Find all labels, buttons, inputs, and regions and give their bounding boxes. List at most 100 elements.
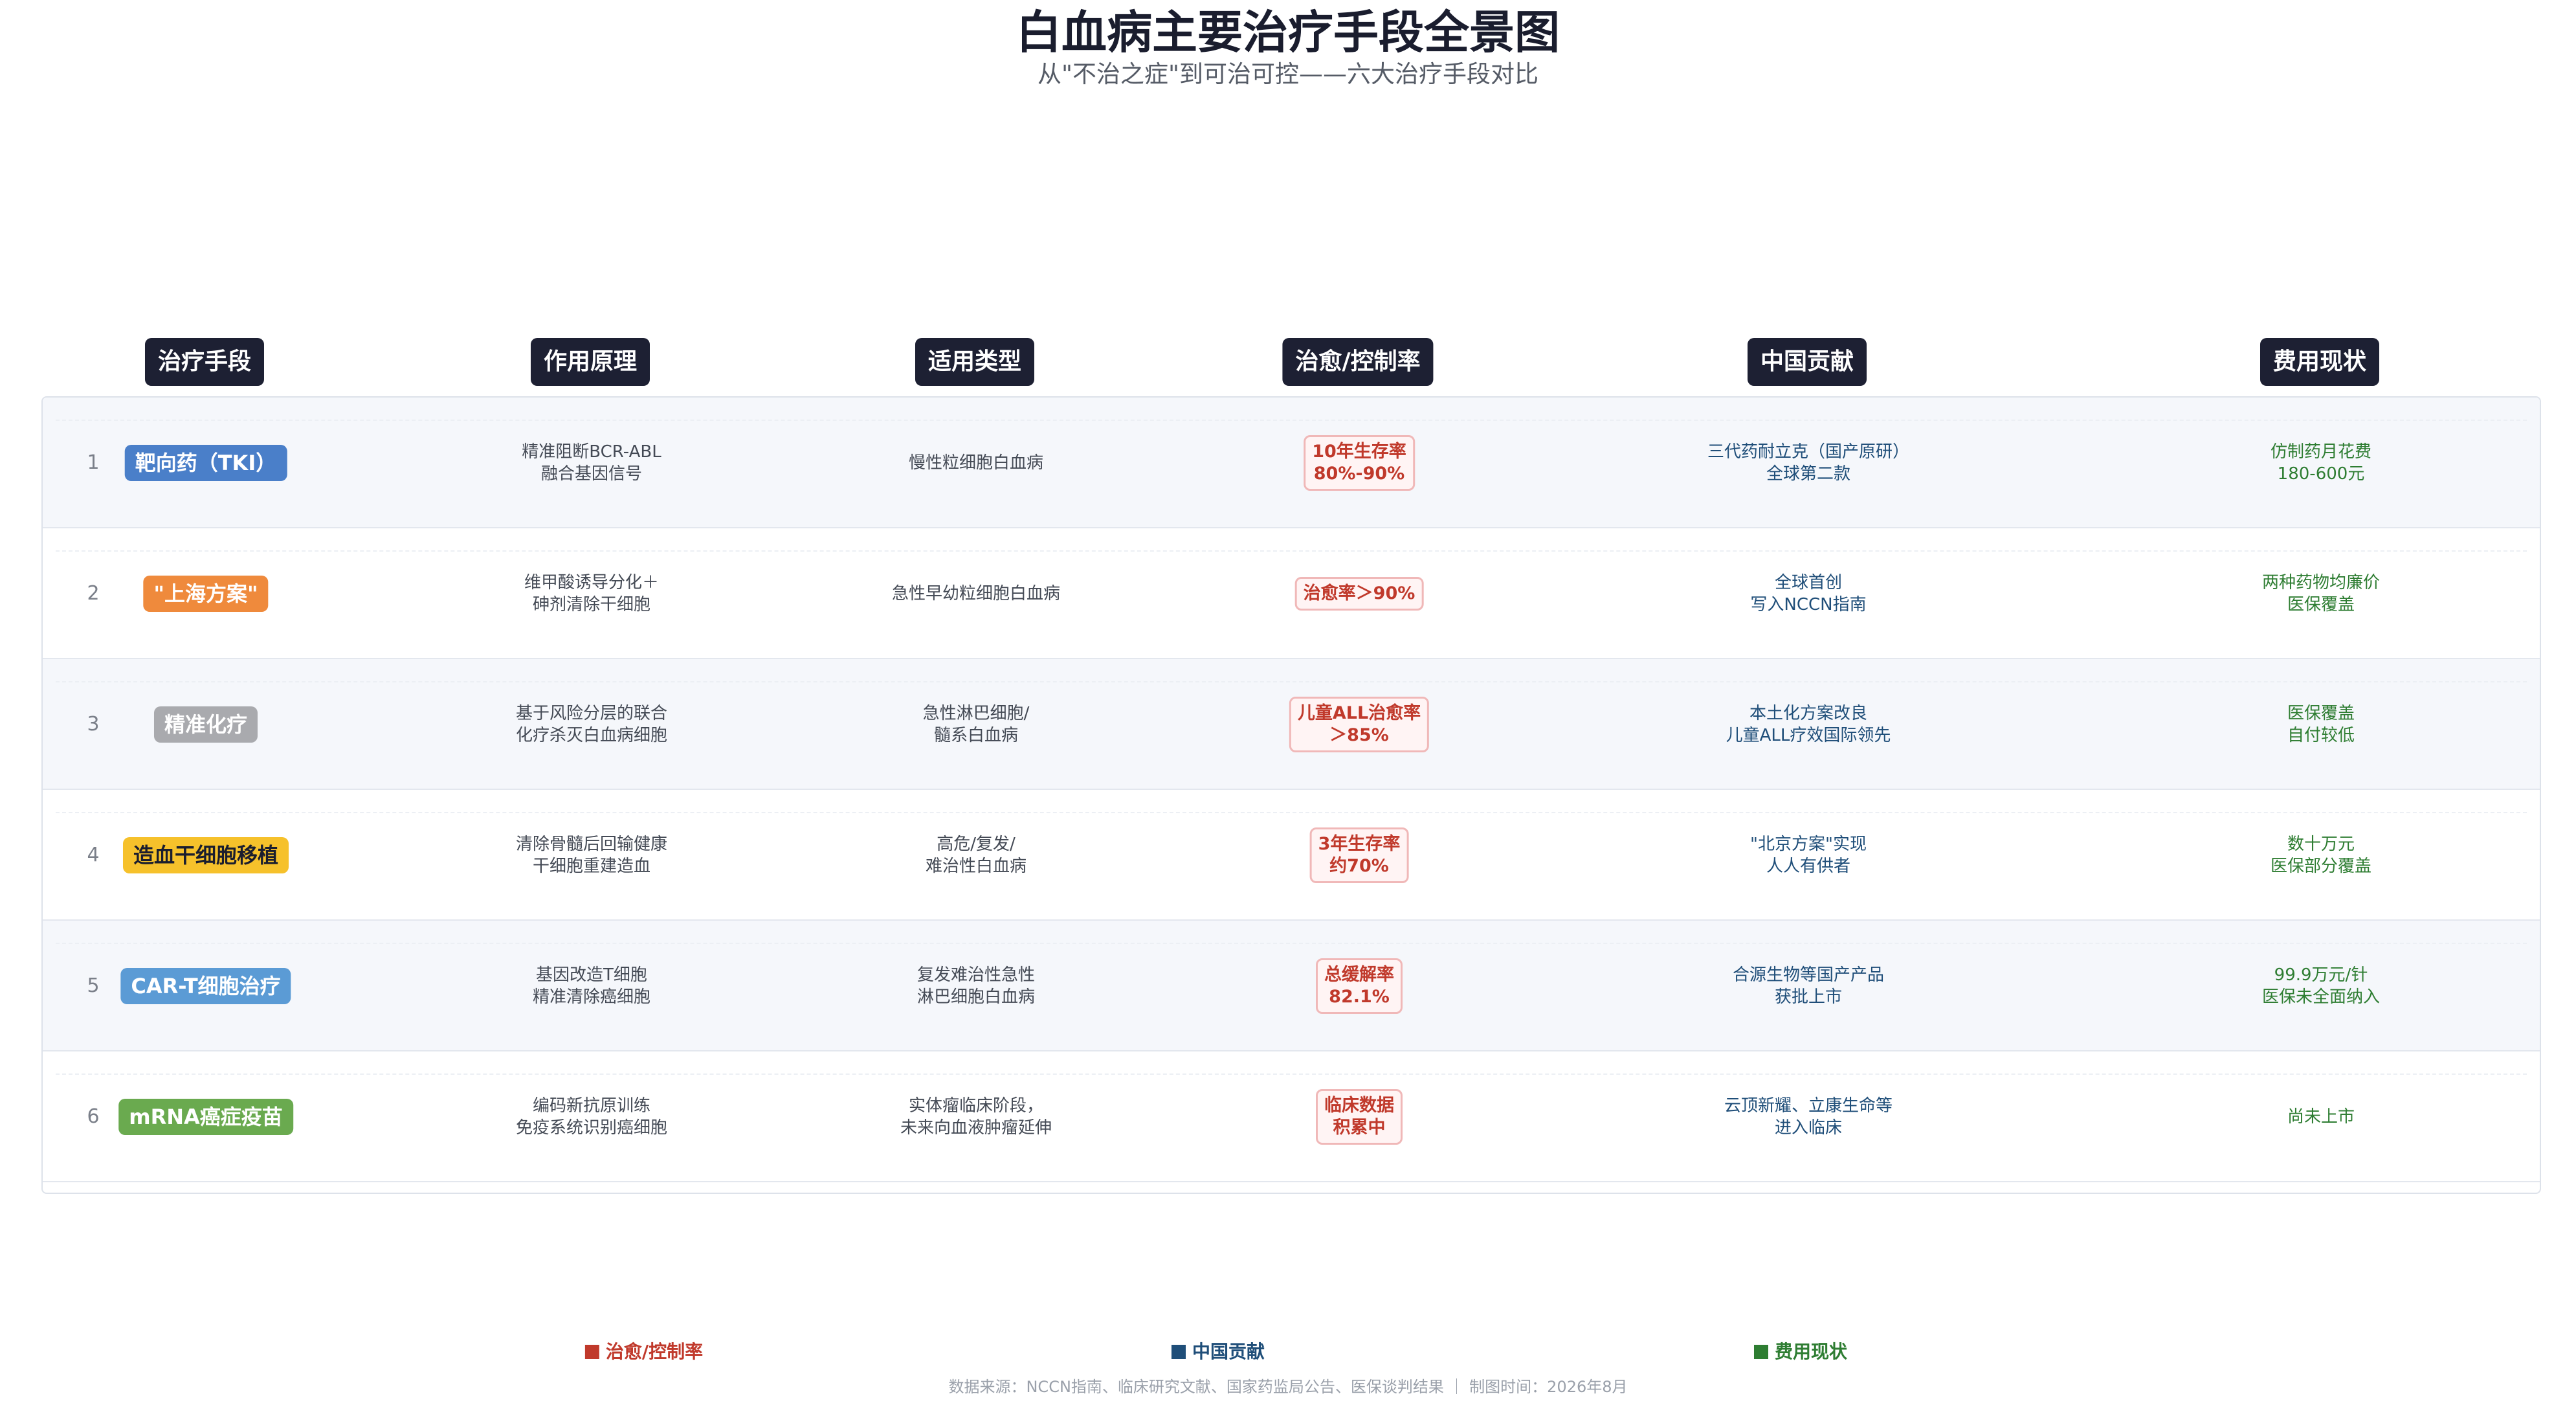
applicable-type-cell: 高危/复发/难治性白血病: [926, 790, 1027, 921]
legend-swatch-icon: [1171, 1345, 1186, 1359]
page-title: 白血病主要治疗手段全景图: [1016, 6, 1560, 59]
treatment-cell: CAR-T细胞治疗: [120, 921, 291, 1051]
cure-rate-badge: 儿童ALL治愈率 ＞85%: [1289, 697, 1430, 752]
mechanism-line: 精准清除癌细胞: [532, 987, 651, 1007]
cure-rate-cell: 儿童ALL治愈率 ＞85%: [1289, 659, 1430, 790]
cure-rate-line: 82.1%: [1329, 987, 1390, 1007]
china-contribution-text: 合源生物等国产产品 获批上市: [1733, 964, 1884, 1008]
china-contribution-line: 人人有供者: [1766, 857, 1851, 876]
china-contribution-line: 本土化方案改良: [1749, 704, 1868, 723]
applicable-type-cell: 急性早幼粒细胞白血病: [892, 528, 1060, 659]
row-number: 5: [87, 974, 100, 997]
mechanism-cell: 基因改造T细胞 精准清除癌细胞: [533, 921, 650, 1051]
row-divider: [56, 812, 2527, 813]
applicable-type-line: 急性早幼粒细胞白血病: [891, 584, 1061, 603]
cost-status-line: 仿制药月花费: [2270, 442, 2372, 462]
treatment-name-badge: 精准化疗: [153, 706, 258, 743]
cost-status-cell: 仿制药月花费 180-600元: [2271, 398, 2371, 528]
treatment-name-badge: "上海方案": [143, 576, 269, 612]
applicable-type-text: 急性淋巴细胞/髓系白血病: [923, 702, 1030, 747]
table-row: 2 "上海方案" 维甲酸诱导分化＋ 砷剂清除干细胞 急性早幼粒细胞白血病 治愈率＞90% 全…: [43, 528, 2540, 659]
china-contribution-cell: 本土化方案改良儿童ALL疗效国际领先: [1726, 659, 1891, 790]
cost-status-line: 99.9万元/针: [2274, 965, 2368, 985]
row-number: 1: [87, 451, 100, 474]
applicable-type-cell: 复发难治性急性 淋巴细胞白血病: [917, 921, 1035, 1051]
legend: 治愈/控制率 中国贡献 费用现状: [0, 1338, 2576, 1366]
cure-rate-cell: 临床数据 积累中: [1316, 1051, 1403, 1182]
cost-status-text: 医保覆盖 自付较低: [2287, 702, 2355, 747]
china-contribution-line: 合源生物等国产产品: [1732, 965, 1885, 985]
mechanism-cell: 维甲酸诱导分化＋ 砷剂清除干细胞: [524, 528, 659, 659]
cost-status-line: 180-600元: [2277, 464, 2365, 484]
header-mechanism: 作用原理: [530, 338, 650, 386]
row-number: 2: [87, 582, 100, 605]
mechanism-line: 砷剂清除干细胞: [532, 595, 651, 614]
applicable-type-text: 复发难治性急性 淋巴细胞白血病: [917, 964, 1035, 1008]
applicable-type-line: 难治性白血病: [925, 857, 1027, 876]
applicable-type-line: 急性淋巴细胞/: [922, 704, 1030, 723]
china-contribution-cell: 云顶新耀、立康生命等 进入临床: [1724, 1051, 1893, 1182]
applicable-type-cell: 实体瘤临床阶段， 未来向血液肿瘤延伸: [900, 1051, 1052, 1182]
treatment-name-badge: 靶向药（TKI）: [124, 445, 287, 481]
cost-status-text: 尚未上市: [2287, 1106, 2355, 1128]
cost-status-cell: 尚未上市: [2287, 1051, 2355, 1182]
row-divider: [56, 420, 2527, 421]
mechanism-line: 编码新抗原训练: [532, 1096, 651, 1116]
mechanism-text: 编码新抗原训练 免疫系统识别癌细胞: [516, 1095, 667, 1139]
treatment-name-badge: 造血干细胞移植: [122, 837, 289, 873]
table-row: 6 mRNA癌症疫苗 编码新抗原训练 免疫系统识别癌细胞 实体瘤临床阶段， 未来向血液肿瘤…: [43, 1051, 2540, 1182]
cure-rate-cell: 总缓解率 82.1%: [1316, 921, 1403, 1051]
header-china: 中国贡献: [1747, 338, 1867, 386]
table-row: 4 造血干细胞移植 清除骨髓后回输健康 干细胞重建造血 高危/复发/难治性白血病 3年生存…: [43, 790, 2540, 921]
applicable-type-text: 高危/复发/难治性白血病: [926, 833, 1027, 877]
applicable-type-line: 淋巴细胞白血病: [916, 987, 1036, 1007]
mechanism-line: 精准阻断BCR-ABL: [522, 442, 661, 462]
cure-rate-line: 约70%: [1329, 856, 1389, 876]
applicable-type-line: 未来向血液肿瘤延伸: [900, 1118, 1052, 1138]
mechanism-line: 免疫系统识别癌细胞: [515, 1118, 668, 1138]
cure-rate-cell: 治愈率＞90%: [1294, 528, 1424, 659]
legend-swatch-icon: [584, 1345, 599, 1359]
cure-rate-badge: 10年生存率 80%-90%: [1304, 435, 1415, 491]
cost-status-line: 两种药物均廉价: [2261, 573, 2381, 592]
cost-status-line: 医保未全面纳入: [2261, 987, 2381, 1007]
row-divider: [56, 1073, 2527, 1075]
china-contribution-line: 全球首创: [1774, 573, 1842, 592]
page-subtitle: 从"不治之症"到可治可控——六大治疗手段对比: [1037, 60, 1539, 88]
mechanism-line: 维甲酸诱导分化＋: [524, 573, 660, 592]
china-contribution-line: "北京方案"实现: [1750, 835, 1867, 854]
mechanism-line: 干细胞重建造血: [532, 857, 651, 876]
cure-rate-line: 10年生存率: [1312, 442, 1406, 462]
applicable-type-cell: 急性淋巴细胞/髓系白血病: [923, 659, 1030, 790]
cost-status-cell: 两种药物均廉价 医保覆盖: [2262, 528, 2380, 659]
treatment-name-badge: mRNA癌症疫苗: [118, 1099, 293, 1135]
mechanism-cell: 清除骨髓后回输健康 干细胞重建造血: [516, 790, 667, 921]
cure-rate-cell: 10年生存率 80%-90%: [1304, 398, 1415, 528]
cure-rate-line: 临床数据: [1324, 1096, 1394, 1116]
china-contribution-cell: 三代药耐立克（国产原研） 全球第二款: [1707, 398, 1909, 528]
china-contribution-line: 儿童ALL疗效国际领先: [1726, 726, 1891, 745]
cost-status-cell: 99.9万元/针 医保未全面纳入: [2262, 921, 2380, 1051]
applicable-type-text: 实体瘤临床阶段， 未来向血液肿瘤延伸: [900, 1095, 1052, 1139]
mechanism-text: 基于风险分层的联合 化疗杀灭白血病细胞: [516, 702, 667, 747]
china-contribution-text: 三代药耐立克（国产原研） 全球第二款: [1707, 441, 1909, 485]
applicable-type-cell: 慢性粒细胞白血病: [909, 398, 1043, 528]
cure-rate-line: 3年生存率: [1318, 834, 1401, 854]
treatment-cell: 造血干细胞移植: [122, 790, 289, 921]
cure-rate-line: 儿童ALL治愈率: [1297, 703, 1421, 723]
row-number: 4: [87, 844, 100, 866]
cure-rate-line: 治愈率＞90%: [1303, 583, 1416, 603]
china-contribution-line: 云顶新耀、立康生命等: [1724, 1096, 1893, 1116]
cost-status-line: 数十万元: [2287, 835, 2355, 854]
mechanism-line: 融合基因信号: [540, 464, 642, 484]
china-contribution-cell: 全球首创 写入NCCN指南: [1750, 528, 1866, 659]
cure-rate-line: 总缓解率: [1324, 965, 1394, 985]
cost-status-cell: 数十万元 医保部分覆盖: [2271, 790, 2371, 921]
china-contribution-cell: "北京方案"实现 人人有供者: [1750, 790, 1867, 921]
mechanism-text: 维甲酸诱导分化＋ 砷剂清除干细胞: [524, 572, 659, 616]
applicable-type-line: 高危/复发/: [937, 835, 1016, 854]
china-contribution-cell: 合源生物等国产产品 获批上市: [1733, 921, 1884, 1051]
applicable-type-line: 慢性粒细胞白血病: [908, 453, 1044, 473]
applicable-type-line: 髓系白血病: [933, 726, 1019, 745]
legend-swatch-icon: [1753, 1345, 1768, 1359]
